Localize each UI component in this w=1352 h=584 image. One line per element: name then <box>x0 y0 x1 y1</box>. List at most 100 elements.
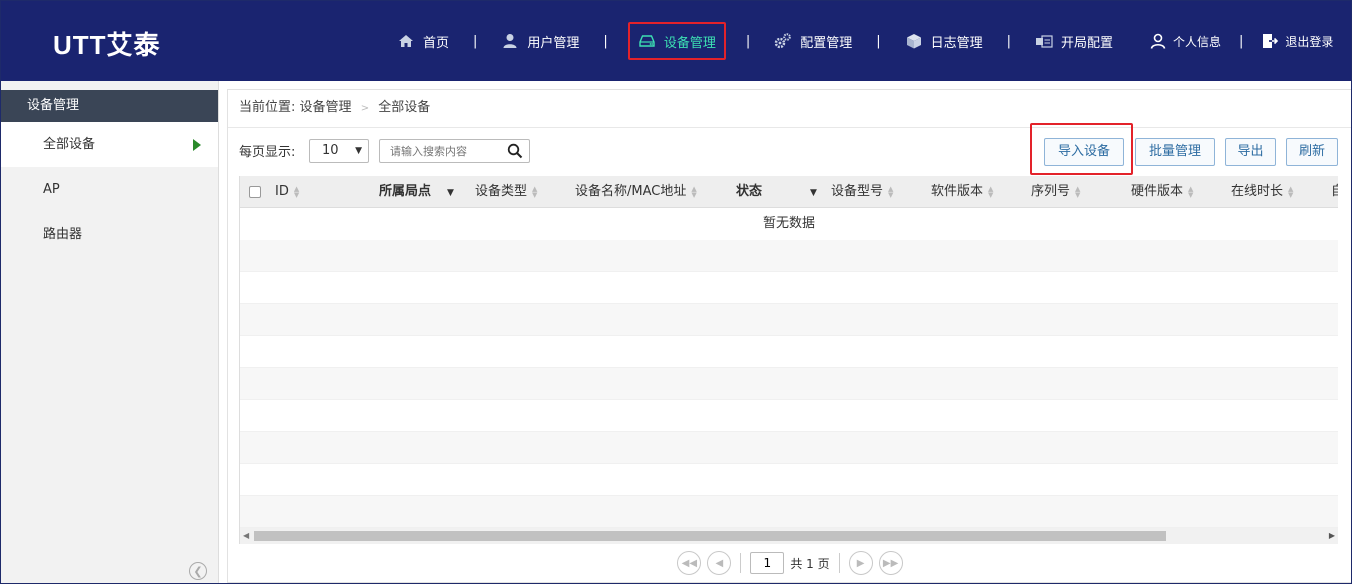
gears-icon <box>774 33 792 49</box>
table-row <box>240 432 1338 464</box>
col-software-version[interactable]: 软件版本 ▲ ▼ <box>931 176 997 208</box>
active-arrow-icon <box>193 139 201 151</box>
nav-separator: | <box>603 33 608 49</box>
sort-icon: ▲ ▼ <box>1188 184 1194 199</box>
col-hardware-version[interactable]: 硬件版本 ▲ ▼ <box>1131 176 1197 208</box>
search-input[interactable] <box>380 140 498 162</box>
sort-icon: ▲ ▼ <box>532 184 538 199</box>
last-page-icon[interactable]: ▶▶ <box>878 551 903 575</box>
logout-link[interactable]: 退出登录 <box>1257 26 1337 56</box>
nav-home[interactable]: 首页 <box>393 26 453 56</box>
col-truncated[interactable]: 自 <box>1331 176 1338 208</box>
logout-label: 退出登录 <box>1285 34 1334 49</box>
pagination: ◀◀ ◀ 共 1 页 ▶ ▶▶ <box>228 545 1352 581</box>
nav-user-management[interactable]: 用户管理 <box>497 26 583 56</box>
batch-manage-button[interactable]: 批量管理 <box>1135 138 1215 166</box>
select-all-checkbox[interactable] <box>249 186 261 198</box>
brand-logo: UTT艾泰 <box>53 30 161 60</box>
pager-divider <box>838 553 840 573</box>
caret-down-icon: ▼ <box>355 146 362 156</box>
scroll-left-icon[interactable]: ◀ <box>243 528 249 544</box>
export-button[interactable]: 导出 <box>1225 138 1276 166</box>
sort-icon: ▲ ▼ <box>293 184 300 199</box>
sidebar: 设备管理 全部设备 AP 路由器 ❮ <box>1 81 219 583</box>
pager-divider <box>740 553 742 573</box>
search-box <box>379 139 530 163</box>
table-row <box>240 304 1338 336</box>
breadcrumb-prefix: 当前位置: <box>239 100 296 115</box>
sort-icon: ▲ ▼ <box>1288 184 1294 199</box>
nav-log-management[interactable]: 日志管理 <box>901 26 987 56</box>
scroll-right-icon[interactable]: ▶ <box>1329 528 1335 544</box>
col-device-type[interactable]: 设备类型 ▲ ▼ <box>475 176 541 208</box>
per-page-select[interactable]: 10 ▼ <box>309 139 369 163</box>
search-icon[interactable] <box>507 143 523 159</box>
sort-icon: ▲ ▼ <box>888 184 894 199</box>
sidebar-item-label: 全部设备 <box>43 137 96 152</box>
table-header: ID ▲ ▼ 所属局点 ▼ 设备类型 ▲ ▼ 设备名称/MAC地址 ▲ ▼ 状态 ▼ 设备型号 ▲… <box>240 176 1338 208</box>
person-icon <box>1150 33 1166 49</box>
main-nav: 首页 | 用户管理 | 设备管理 | 配置管理 | 日志管理 | 开局配置 <box>393 1 1117 81</box>
col-model[interactable]: 设备型号 ▲ ▼ <box>831 176 897 208</box>
table-row <box>240 496 1338 528</box>
breadcrumb-chevron-icon: > <box>360 103 370 114</box>
col-site[interactable]: 所属局点 ▼ <box>379 176 454 208</box>
filter-caret-icon[interactable]: ▼ <box>810 188 817 198</box>
nav-initial-setup[interactable]: 开局配置 <box>1031 26 1117 56</box>
prev-page-icon[interactable]: ◀ <box>707 551 732 575</box>
nav-separator: | <box>745 33 751 49</box>
collapse-sidebar-icon[interactable]: ❮ <box>189 562 207 580</box>
col-online-duration[interactable]: 在线时长 ▲ ▼ <box>1231 176 1297 208</box>
col-name-mac[interactable]: 设备名称/MAC地址 ▲ ▼ <box>575 176 700 208</box>
col-serial-number[interactable]: 序列号 ▲ ▼ <box>1031 176 1084 208</box>
nav-separator: | <box>876 33 881 49</box>
sidebar-item-router[interactable]: 路由器 <box>1 212 218 257</box>
nav-log-management-label: 日志管理 <box>930 35 983 51</box>
sidebar-title: 设备管理 <box>1 90 218 122</box>
home-icon <box>399 35 413 47</box>
table-body: 暂无数据 <box>240 208 1338 528</box>
table-row <box>240 400 1338 432</box>
per-page-label: 每页显示: <box>239 145 296 160</box>
table-row <box>240 368 1338 400</box>
nav-separator: | <box>1006 33 1012 49</box>
nav-separator: | <box>473 33 478 49</box>
empty-message: 暂无数据 <box>762 216 815 231</box>
refresh-button[interactable]: 刷新 <box>1286 138 1338 166</box>
col-status[interactable]: 状态 ▼ <box>736 176 817 208</box>
setup-icon <box>1036 35 1053 48</box>
page-number-input[interactable] <box>750 552 785 574</box>
table-row <box>240 272 1338 304</box>
nav-config-management-label: 配置管理 <box>800 35 853 51</box>
user-area: 个人信息 | 退出登录 <box>1145 1 1337 81</box>
profile-link[interactable]: 个人信息 <box>1145 26 1225 56</box>
filter-caret-icon[interactable]: ▼ <box>447 188 454 198</box>
horizontal-scrollbar[interactable]: ◀ ▶ <box>239 528 1338 544</box>
next-page-icon[interactable]: ▶ <box>848 551 873 575</box>
sort-icon: ▲ ▼ <box>691 184 697 199</box>
profile-label: 个人信息 <box>1173 34 1222 49</box>
sidebar-item-label: 路由器 <box>43 227 83 242</box>
top-bar: UTT艾泰 首页 | 用户管理 | 设备管理 | 配置管理 | 日志管理 | 开… <box>1 1 1351 81</box>
table-row <box>240 464 1338 496</box>
device-icon <box>639 35 655 47</box>
sidebar-item-label: AP <box>43 182 60 197</box>
per-page-value: 10 <box>322 143 339 158</box>
sidebar-item-all-devices[interactable]: 全部设备 <box>1 122 218 167</box>
logout-icon <box>1263 34 1279 48</box>
device-table: ID ▲ ▼ 所属局点 ▼ 设备类型 ▲ ▼ 设备名称/MAC地址 ▲ ▼ 状态 ▼ 设备型号 ▲… <box>239 176 1338 528</box>
scrollbar-thumb[interactable] <box>254 531 1166 541</box>
nav-config-management[interactable]: 配置管理 <box>770 26 856 56</box>
breadcrumb-parent[interactable]: 设备管理 <box>300 100 352 115</box>
col-id[interactable]: ID ▲ ▼ <box>275 176 303 208</box>
first-page-icon[interactable]: ◀◀ <box>677 551 702 575</box>
sidebar-item-ap[interactable]: AP <box>1 167 218 212</box>
nav-user-management-label: 用户管理 <box>527 35 580 51</box>
toolbar: 每页显示: 10 ▼ 导入设备 批量管理 导出 刷新 <box>228 128 1352 176</box>
breadcrumb-current: 全部设备 <box>378 100 431 115</box>
nav-home-label: 首页 <box>423 35 450 51</box>
nav-device-management[interactable]: 设备管理 <box>627 22 726 60</box>
user-icon <box>503 34 517 48</box>
table-row <box>240 336 1338 368</box>
cube-icon <box>906 34 921 49</box>
